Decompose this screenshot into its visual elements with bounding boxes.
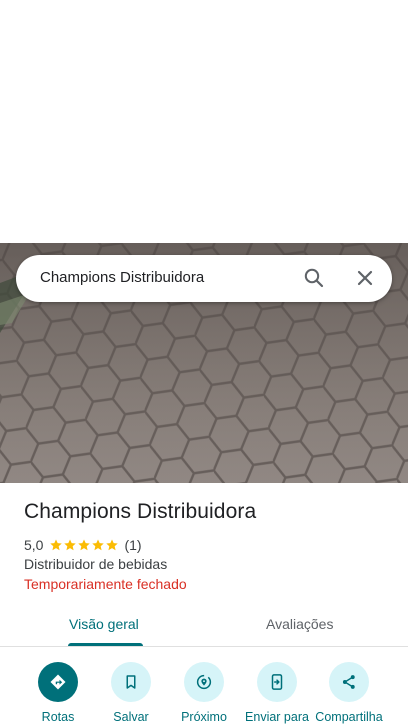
share-button[interactable]: Compartilha	[309, 662, 389, 726]
star-icon	[50, 539, 63, 551]
directions-icon	[50, 674, 66, 690]
close-icon[interactable]	[353, 266, 377, 290]
map-area-blank	[0, 0, 408, 243]
directions-label: Rotas	[41, 710, 75, 724]
action-bar: Rotas Salvar Próximo Enviar para Compart…	[0, 647, 408, 726]
review-count[interactable]: (1)	[124, 537, 141, 553]
star-icon	[106, 539, 119, 551]
bookmark-icon	[126, 675, 136, 689]
send-to-phone-icon	[271, 674, 283, 690]
search-icon[interactable]	[302, 266, 326, 290]
star-rating	[49, 538, 119, 552]
send-to-phone-button[interactable]: Enviar para	[237, 662, 317, 726]
nearby-label: Próximo	[181, 710, 227, 724]
open-status: Temporariamente fechado	[24, 576, 187, 592]
star-icon	[78, 539, 91, 551]
nearby-button[interactable]: Próximo	[164, 662, 244, 726]
rating-row[interactable]: 5,0 (1)	[24, 536, 142, 554]
save-button[interactable]: Salvar	[91, 662, 171, 726]
tab-overview[interactable]: Visão geral	[69, 616, 139, 632]
star-icon	[64, 539, 77, 551]
place-tabs: Visão geral Avaliações	[0, 605, 408, 647]
tab-selected-indicator	[68, 643, 143, 646]
send-to-phone-label: Enviar para	[245, 710, 309, 724]
tab-reviews[interactable]: Avaliações	[266, 616, 333, 632]
place-title: Champions Distribuidora	[24, 500, 257, 523]
star-icon	[92, 539, 105, 551]
place-details-sheet: Champions Distribuidora 5,0 (1) Distribu…	[0, 483, 408, 726]
rating-value: 5,0	[24, 537, 44, 553]
share-icon	[342, 675, 355, 689]
search-input[interactable]: Champions Distribuidora	[40, 269, 204, 286]
share-label: Compartilha	[315, 710, 383, 724]
save-label: Salvar	[113, 710, 149, 724]
search-bar[interactable]: Champions Distribuidora	[16, 255, 392, 302]
place-category: Distribuidor de bebidas	[24, 556, 168, 572]
directions-button[interactable]: Rotas	[18, 662, 98, 726]
nearby-icon	[196, 674, 212, 690]
